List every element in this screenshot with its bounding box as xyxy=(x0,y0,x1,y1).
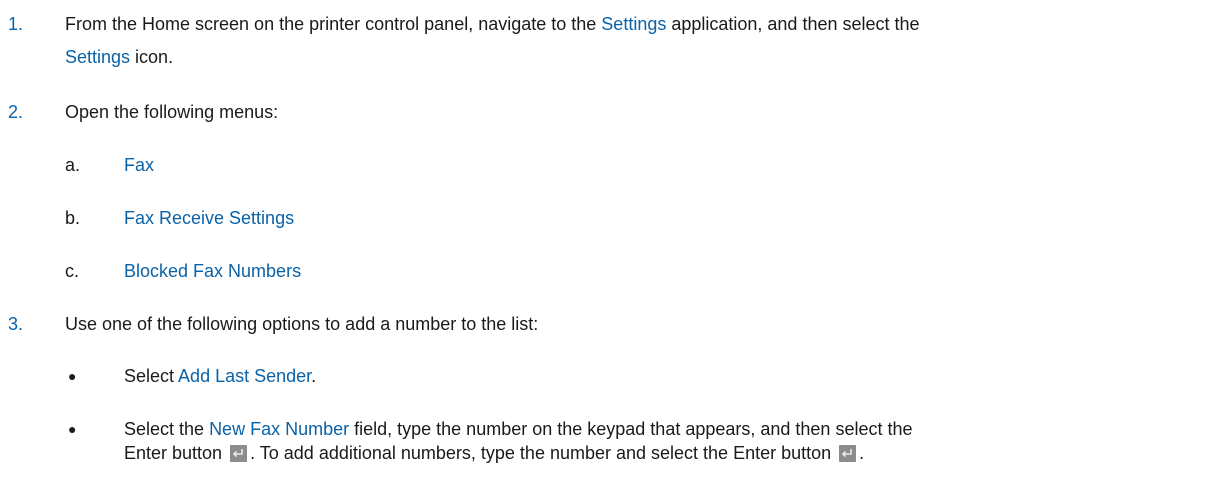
option-new-fax-number-line-1: Select the New Fax Number field, type th… xyxy=(124,417,913,441)
settings-icon-link[interactable]: Settings xyxy=(65,47,130,67)
menu-item-blocked-fax-numbers[interactable]: Blocked Fax Numbers xyxy=(124,259,301,283)
option-2-mid: field, type the number on the keypad tha… xyxy=(349,419,913,439)
step-1-text-b: application, and then select the xyxy=(666,14,920,34)
step-number-1: 1. xyxy=(8,14,24,34)
step-1-line-2: Settings icon. xyxy=(65,45,173,69)
substep-letter-c: c. xyxy=(65,261,80,281)
enter-key-icon[interactable] xyxy=(839,445,857,462)
option-2-line2-a: Enter button xyxy=(124,443,223,463)
step-3-text: Use one of the following options to add … xyxy=(65,314,539,334)
step-1-text-a: From the Home screen on the printer cont… xyxy=(65,14,602,34)
menu-item-fax-receive-settings[interactable]: Fax Receive Settings xyxy=(124,206,294,230)
option-add-last-sender: Select Add Last Sender. xyxy=(124,364,316,388)
step-1-text-c: icon. xyxy=(130,47,174,67)
new-fax-number-field[interactable]: New Fax Number xyxy=(209,419,349,439)
substep-letter-b: b. xyxy=(65,208,81,228)
settings-app-link[interactable]: Settings xyxy=(601,14,666,34)
bullet-1: ● xyxy=(68,368,77,384)
option-1-prefix: Select xyxy=(124,366,179,386)
option-2-line2-c: . xyxy=(859,443,865,463)
option-new-fax-number-line-2: Enter button . To add additional numbers… xyxy=(124,441,864,465)
bullet-2: ● xyxy=(68,421,77,437)
step-1-line-1: From the Home screen on the printer cont… xyxy=(65,12,920,36)
step-number-3: 3. xyxy=(8,314,24,334)
option-2-prefix: Select the xyxy=(124,419,210,439)
step-2-text: Open the following menus: xyxy=(65,102,279,122)
enter-key-icon[interactable] xyxy=(230,445,248,462)
option-1-suffix: . xyxy=(311,366,317,386)
option-2-line2-b: . To add additional numbers, type the nu… xyxy=(250,443,832,463)
step-number-2: 2. xyxy=(8,102,24,122)
add-last-sender-button[interactable]: Add Last Sender xyxy=(178,366,311,386)
menu-item-fax[interactable]: Fax xyxy=(124,153,154,177)
substep-letter-a: a. xyxy=(65,155,81,175)
